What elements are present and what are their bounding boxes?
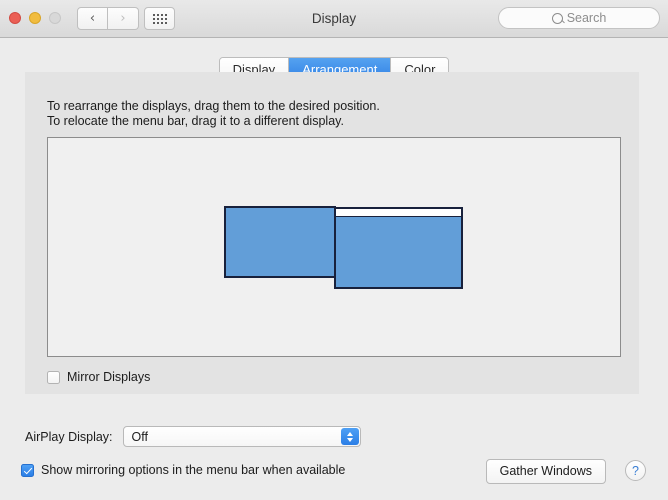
help-button[interactable]: ? — [625, 460, 646, 481]
display-arrangement-canvas[interactable] — [47, 137, 621, 357]
instructions-text: To rearrange the displays, drag them to … — [47, 99, 380, 129]
popup-arrows-icon[interactable] — [340, 428, 359, 445]
airplay-display-row: AirPlay Display: Off — [25, 426, 361, 447]
display-left[interactable] — [224, 206, 336, 278]
menu-bar-strip[interactable] — [336, 209, 461, 217]
mirror-displays-label: Mirror Displays — [67, 370, 151, 384]
airplay-display-value: Off — [131, 429, 148, 444]
show-mirroring-row[interactable]: Show mirroring options in the menu bar w… — [21, 463, 345, 477]
airplay-display-popup[interactable]: Off — [122, 426, 361, 447]
display-preferences-window: ‹ › Display Search Display Arrangement C… — [0, 0, 668, 500]
arrangement-panel: To rearrange the displays, drag them to … — [25, 72, 639, 394]
instruction-line-2: To relocate the menu bar, drag it to a d… — [47, 114, 344, 128]
instruction-line-1: To rearrange the displays, drag them to … — [47, 99, 380, 113]
search-placeholder: Search — [566, 11, 607, 25]
mirror-displays-checkbox[interactable] — [47, 370, 60, 384]
display-right[interactable] — [334, 207, 463, 289]
mirror-displays-row[interactable]: Mirror Displays — [47, 370, 150, 384]
show-mirroring-checkbox[interactable] — [21, 463, 34, 477]
show-mirroring-label: Show mirroring options in the menu bar w… — [41, 463, 346, 477]
chevron-down-icon — [346, 437, 353, 442]
search-field[interactable]: Search — [498, 7, 660, 29]
airplay-display-label: AirPlay Display: — [25, 429, 113, 444]
gather-windows-button[interactable]: Gather Windows — [485, 459, 606, 484]
search-icon — [551, 12, 563, 24]
window-titlebar: ‹ › Display Search — [0, 0, 668, 38]
chevron-up-icon — [346, 431, 353, 436]
